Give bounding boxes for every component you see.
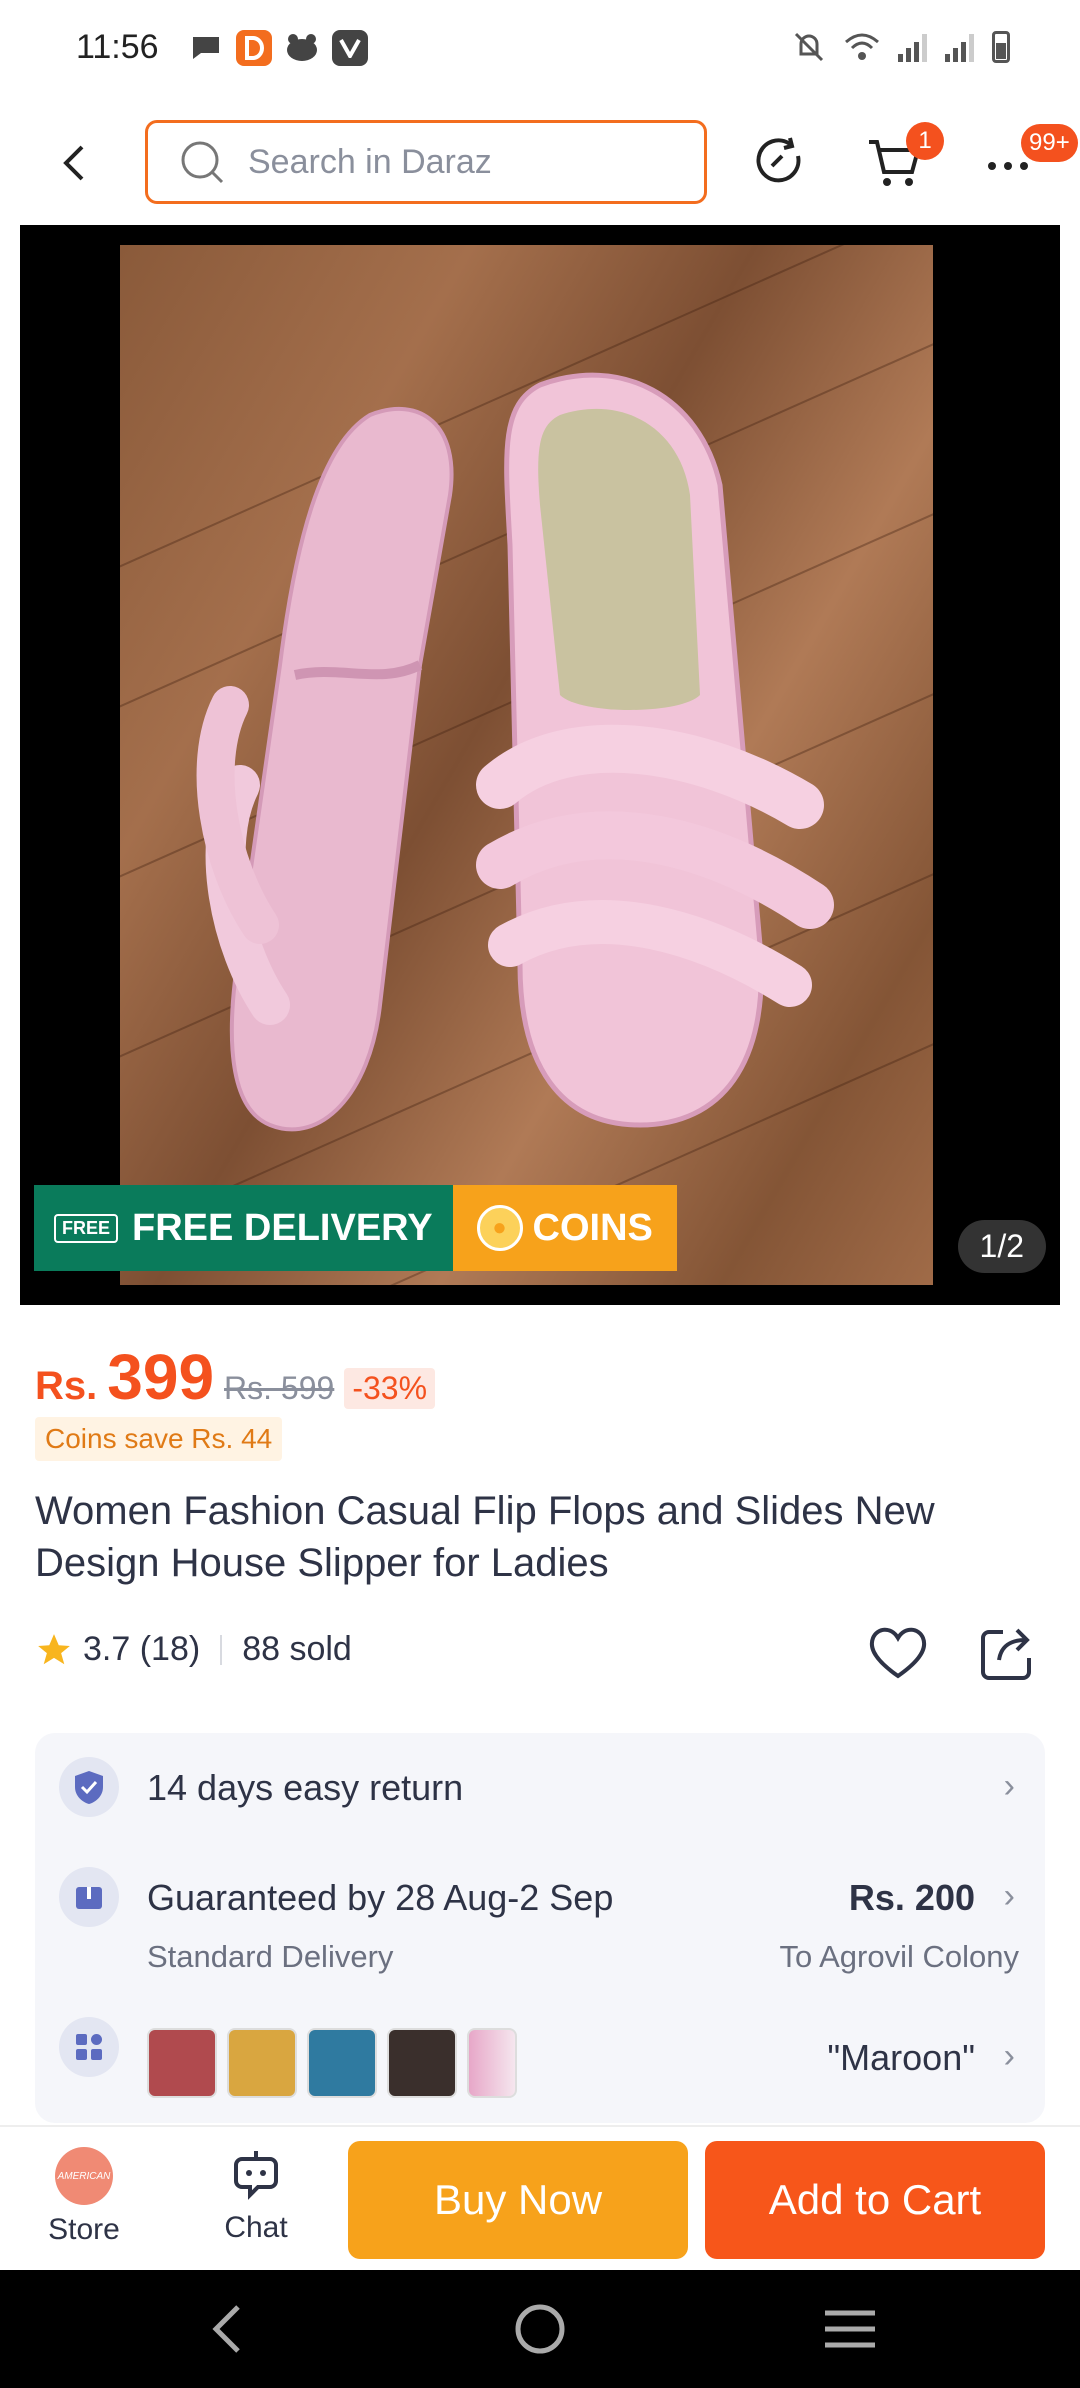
swatch-pink[interactable] bbox=[467, 2028, 517, 2098]
search-input[interactable]: Search in Daraz bbox=[145, 120, 707, 204]
promo-banner: FREE FREE DELIVERY ● COINS bbox=[34, 1185, 677, 1271]
daraz-app-icon bbox=[236, 30, 272, 66]
nav-recents-icon[interactable] bbox=[823, 2307, 877, 2351]
coins-save-tag: Coins save Rs. 44 bbox=[35, 1417, 283, 1461]
delivery-guarantee: Guaranteed by 28 Aug-2 Sep bbox=[147, 1877, 614, 1918]
v-app-icon bbox=[332, 30, 368, 66]
cart-badge: 1 bbox=[906, 122, 944, 160]
delivery-box-icon bbox=[59, 1867, 119, 1927]
delivery-type: Standard Delivery bbox=[147, 1939, 394, 1974]
original-price: Rs. 599 bbox=[224, 1370, 335, 1406]
free-delivery-badge: FREE FREE DELIVERY bbox=[34, 1185, 453, 1271]
back-arrow-icon bbox=[63, 145, 84, 181]
share-icon bbox=[981, 1628, 1031, 1680]
chevron-right-icon: › bbox=[1003, 2037, 1015, 2075]
rating-row[interactable]: 3.7 (18) 88 sold bbox=[35, 1630, 352, 1669]
chat-button[interactable]: Chat bbox=[196, 2147, 316, 2245]
status-time: 11:56 bbox=[76, 28, 159, 66]
game-icon bbox=[284, 30, 320, 66]
wifi-icon bbox=[845, 33, 879, 60]
coins-label: COINS bbox=[532, 1206, 653, 1249]
battery-icon bbox=[992, 31, 1010, 63]
nav-back-icon[interactable] bbox=[208, 2303, 248, 2355]
coin-icon: ● bbox=[476, 1205, 523, 1251]
price-currency: Rs. bbox=[35, 1364, 98, 1408]
free-delivery-label: FREE DELIVERY bbox=[132, 1206, 433, 1249]
chat-bot-icon bbox=[234, 2151, 278, 2200]
share-button[interactable] bbox=[975, 1620, 1041, 1686]
system-navigation-bar bbox=[0, 2270, 1080, 2388]
chevron-right-icon: › bbox=[1003, 1767, 1015, 1805]
buy-now-button[interactable]: Buy Now bbox=[348, 2141, 688, 2259]
refresh-history-icon bbox=[756, 137, 801, 183]
more-badge: 99+ bbox=[1021, 124, 1078, 162]
mute-icon bbox=[794, 32, 824, 62]
slipper-illustration bbox=[196, 372, 834, 1132]
wishlist-button[interactable] bbox=[865, 1620, 931, 1686]
return-policy: 14 days easy return bbox=[147, 1767, 464, 1808]
bottom-action-bar: AMERICAN Store Chat Buy Now Add to Cart bbox=[0, 2125, 1080, 2270]
delivery-price: Rs. 200 bbox=[848, 1877, 975, 1918]
search-placeholder: Search in Daraz bbox=[248, 142, 492, 181]
delivery-row[interactable]: Guaranteed by 28 Aug-2 Sep Rs. 200 › Sta… bbox=[35, 1843, 1045, 1993]
image-counter: 1/2 bbox=[957, 1220, 1046, 1273]
delivery-location: To Agrovil Colony bbox=[779, 1939, 1019, 1974]
heart-icon bbox=[869, 1627, 927, 1679]
swatch-blue[interactable] bbox=[307, 2028, 377, 2098]
product-title: Women Fashion Casual Flip Flops and Slid… bbox=[35, 1489, 935, 1585]
grid-variants-icon bbox=[59, 2017, 119, 2077]
service-info-card: 14 days easy return › Guaranteed by 28 A… bbox=[35, 1733, 1045, 2123]
status-bar: 11:56 bbox=[0, 0, 1080, 100]
message-icon bbox=[188, 30, 224, 66]
price-value: 399 bbox=[107, 1341, 215, 1413]
chat-label: Chat bbox=[224, 2211, 288, 2244]
return-row[interactable]: 14 days easy return › bbox=[35, 1733, 1045, 1843]
nav-home-icon[interactable] bbox=[512, 2301, 568, 2357]
discount-badge: -33% bbox=[344, 1368, 436, 1409]
price-row: Rs. 399 Rs. 599 -33% bbox=[35, 1340, 436, 1414]
store-label: Store bbox=[48, 2213, 120, 2246]
variant-swatches bbox=[147, 2028, 517, 2098]
store-logo: AMERICAN bbox=[55, 2147, 113, 2205]
divider bbox=[220, 1634, 223, 1665]
swatch-black[interactable] bbox=[387, 2028, 457, 2098]
header: Search in Daraz 1 99+ bbox=[0, 100, 1080, 225]
search-icon bbox=[181, 141, 224, 184]
back-button[interactable] bbox=[50, 138, 100, 188]
history-button[interactable] bbox=[748, 130, 812, 194]
store-button[interactable]: AMERICAN Store bbox=[24, 2147, 144, 2247]
system-status-icons bbox=[792, 30, 1010, 64]
signal-icon bbox=[898, 32, 927, 62]
swatch-maroon[interactable] bbox=[147, 2028, 217, 2098]
notification-icons bbox=[188, 30, 368, 66]
rating-value: 3.7 (18) bbox=[83, 1630, 201, 1668]
product-gallery[interactable]: FREE FREE DELIVERY ● COINS 1/2 bbox=[20, 225, 1060, 1305]
shield-check-icon bbox=[59, 1757, 119, 1817]
product-image bbox=[120, 245, 933, 1285]
free-truck-icon: FREE bbox=[54, 1213, 119, 1243]
add-to-cart-button[interactable]: Add to Cart bbox=[705, 2141, 1045, 2259]
swatch-yellow[interactable] bbox=[227, 2028, 297, 2098]
sold-count: 88 sold bbox=[242, 1630, 352, 1668]
star-icon bbox=[38, 1633, 70, 1664]
more-button[interactable]: 99+ bbox=[977, 124, 1078, 194]
cart-button[interactable]: 1 bbox=[862, 122, 944, 194]
signal-icon-2 bbox=[945, 32, 974, 62]
chevron-right-icon: › bbox=[1003, 1877, 1015, 1915]
coins-badge: ● COINS bbox=[452, 1185, 677, 1271]
selected-variant: "Maroon" bbox=[827, 2037, 975, 2078]
